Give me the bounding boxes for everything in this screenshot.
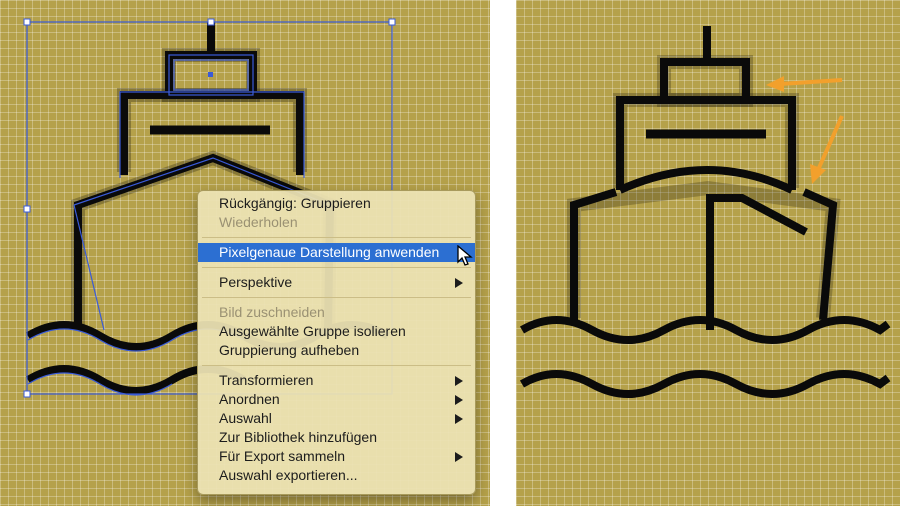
menu-item-anordnen[interactable]: Anordnen <box>198 390 475 409</box>
arrow-icon <box>766 76 843 92</box>
menu-item-rueckgaengig-gruppieren[interactable]: Rückgängig: Gruppieren <box>198 194 475 213</box>
menu-item-bild-zuschneiden: Bild zuschneiden <box>198 303 475 322</box>
menu-item-perspektive[interactable]: Perspektive <box>198 273 475 292</box>
menu-separator <box>202 267 471 268</box>
menu-item-auswahl[interactable]: Auswahl <box>198 409 475 428</box>
artboard-right[interactable] <box>516 0 900 506</box>
submenu-arrow-icon <box>455 376 463 386</box>
menu-item-label: Ausgewählte Gruppe isolieren <box>219 323 406 339</box>
menu-item-label: Auswahl exportieren... <box>219 467 358 483</box>
menu-item-label: Transformieren <box>219 372 314 388</box>
menu-item-auswahl-exportieren[interactable]: Auswahl exportieren... <box>198 466 475 485</box>
menu-item-label: Gruppierung aufheben <box>219 342 360 358</box>
menu-item-zur-bibliothek-hinzufuegen[interactable]: Zur Bibliothek hinzufügen <box>198 428 475 447</box>
menu-item-label: Bild zuschneiden <box>219 304 325 320</box>
submenu-arrow-icon <box>455 414 463 424</box>
context-menu: Rückgängig: Gruppieren Wiederholen Pixelge… <box>197 190 476 495</box>
ship-artwork-pixel-aligned <box>519 26 891 398</box>
menu-item-fuer-export-sammeln[interactable]: Für Export sammeln <box>198 447 475 466</box>
menu-item-gruppierung-aufheben[interactable]: Gruppierung aufheben <box>198 341 475 360</box>
mouse-pointer-icon <box>457 245 473 266</box>
menu-item-ausgewaehlte-gruppe-isolieren[interactable]: Ausgewählte Gruppe isolieren <box>198 322 475 341</box>
menu-item-label: Für Export sammeln <box>219 448 346 464</box>
menu-separator <box>202 237 471 238</box>
menu-item-label: Pixelgenaue Darstellung anwenden <box>219 244 440 260</box>
menu-item-transformieren[interactable]: Transformieren <box>198 371 475 390</box>
submenu-arrow-icon <box>455 452 463 462</box>
submenu-arrow-icon <box>455 395 463 405</box>
menu-item-label: Zur Bibliothek hinzufügen <box>219 429 377 445</box>
menu-separator <box>202 297 471 298</box>
menu-item-wiederholen: Wiederholen <box>198 213 475 232</box>
menu-item-pixelgenaue-darstellung-anwenden[interactable]: Pixelgenaue Darstellung anwenden <box>198 243 475 262</box>
menu-separator <box>202 365 471 366</box>
submenu-arrow-icon <box>455 278 463 288</box>
arrow-icon <box>810 115 844 184</box>
menu-item-label: Wiederholen <box>219 214 298 230</box>
menu-item-label: Perspektive <box>219 274 293 290</box>
artboard-left[interactable]: Rückgängig: Gruppieren Wiederholen Pixelge… <box>0 0 490 506</box>
menu-item-label: Anordnen <box>219 391 280 407</box>
center-point <box>208 72 213 77</box>
menu-item-label: Rückgängig: Gruppieren <box>219 195 371 211</box>
menu-item-label: Auswahl <box>219 410 272 426</box>
